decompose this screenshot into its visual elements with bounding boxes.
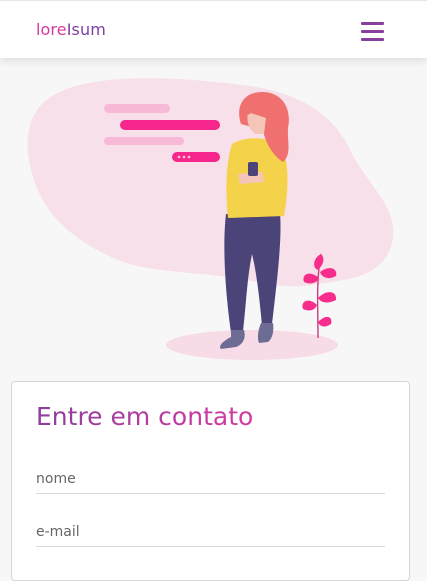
menu-bar: [361, 30, 384, 33]
typing-dot: [177, 155, 181, 159]
email-input[interactable]: [36, 517, 385, 547]
plant-leaf: [302, 300, 317, 311]
menu-bar: [361, 22, 384, 25]
chat-bubble-1: [104, 104, 170, 113]
hero-illustration: [0, 58, 427, 373]
name-input[interactable]: [36, 464, 385, 494]
chat-bubble-2: [120, 120, 220, 130]
woman-texting-illustration: [27, 78, 394, 360]
typing-dot: [182, 155, 186, 159]
plant-leaf: [318, 316, 332, 327]
floor-shadow: [166, 330, 338, 360]
brand-logo[interactable]: loreIsum: [36, 20, 106, 39]
background-blob: [27, 78, 394, 287]
navbar: loreIsum: [0, 0, 427, 58]
contact-title: Entre em contato: [36, 402, 254, 431]
typing-dot: [187, 155, 191, 159]
plant-leaf: [318, 292, 337, 303]
menu-bar: [361, 38, 384, 41]
hamburger-menu-icon[interactable]: [361, 21, 385, 43]
brand-logo-part1: lore: [36, 20, 67, 39]
contact-form-card: Entre em contato: [11, 381, 410, 581]
chat-bubble-3: [104, 137, 184, 145]
brand-logo-part2: Isum: [66, 20, 106, 39]
phone: [248, 162, 258, 176]
